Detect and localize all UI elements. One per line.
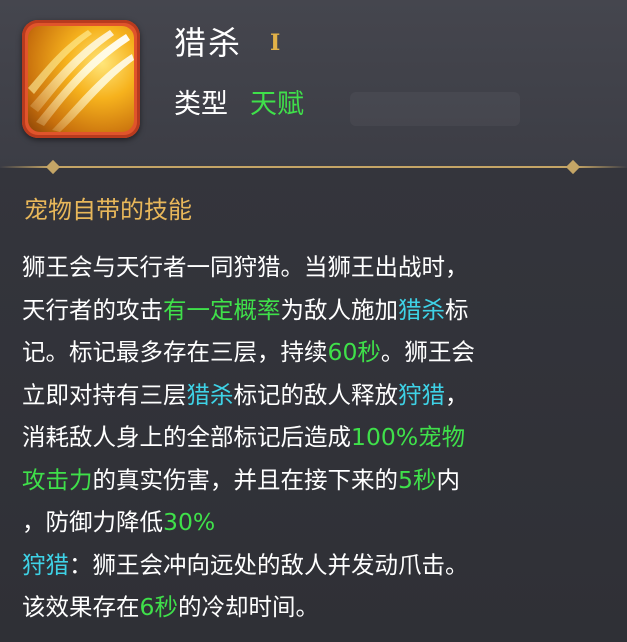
description-line: 消耗敌人身上的全部标记后造成100%宠物 <box>22 416 612 459</box>
description-text: 标记的敌人释放 <box>233 380 399 409</box>
description-text: 记。标记最多存在三层，持续 <box>22 338 328 366</box>
keyword-text: 狩猎 <box>398 380 445 409</box>
claw-slash-graphic <box>28 30 134 132</box>
description-text: ：狮王会冲向远处的敌人并发动爪击。 <box>69 550 469 579</box>
description-text: 消耗敌人身上的全部标记后造成 <box>22 423 351 451</box>
skill-tooltip-panel: 猎杀 I 类型 天赋 宠物自带的技能 狮王会与天行者一同狩猎。当狮王出战时， 天… <box>0 0 627 642</box>
skill-icon-frame <box>22 20 140 138</box>
description-text: 狮王会与天行者一同狩猎。当狮王出战时， <box>22 253 469 281</box>
highlight-text: 100%宠物 <box>351 423 466 451</box>
description-text: 的冷却时间。 <box>177 593 319 621</box>
header-divider <box>0 166 627 168</box>
description-line: 攻击力的真实伤害，并且在接下来的5秒内 <box>22 459 612 502</box>
description-line: 该效果存在6秒的冷却时间。 <box>22 586 612 629</box>
highlight-text: 60秒 <box>327 338 381 366</box>
highlight-text: 5秒 <box>398 465 437 494</box>
description-text: ， <box>445 380 469 409</box>
background-ghost-ui <box>350 92 520 126</box>
description-line: ，防御力降低30% <box>22 501 612 544</box>
skill-level-roman: I <box>270 30 281 56</box>
section-title: 宠物自带的技能 <box>24 196 192 224</box>
description-text: 内 <box>436 465 460 494</box>
keyword-text: 猎杀 <box>186 380 234 409</box>
highlight-text: 6秒 <box>139 593 178 621</box>
skill-name: 猎杀 <box>174 24 243 62</box>
golden-claw-slash-icon <box>28 26 134 132</box>
highlight-text: 攻击力 <box>22 465 93 494</box>
description-line: 立即对持有三层猎杀标记的敌人释放狩猎， <box>22 374 612 417</box>
skill-type-value: 天赋 <box>250 89 304 120</box>
description-line: 天行者的攻击有一定概率为敌人施加猎杀标 <box>22 289 612 332</box>
description-text: 天行者的攻击 <box>22 295 163 324</box>
description-text: ，防御力降低 <box>22 508 163 536</box>
description-text: 。狮王会 <box>380 338 475 366</box>
description-text: 立即对持有三层 <box>22 380 187 409</box>
description-line: 狩猎：狮王会冲向远处的敌人并发动爪击。 <box>22 544 612 587</box>
highlight-text: 有一定概率 <box>163 295 281 324</box>
description-text: 为敌人施加 <box>280 295 399 324</box>
keyword-text: 狩猎 <box>22 550 69 579</box>
skill-description: 狮王会与天行者一同狩猎。当狮王出战时， 天行者的攻击有一定概率为敌人施加猎杀标 … <box>22 246 612 629</box>
highlight-text: 30% <box>163 508 216 536</box>
description-text: 该效果存在 <box>22 593 140 621</box>
keyword-text: 猎杀 <box>398 295 445 324</box>
description-text: 的真实伤害，并且在接下来的 <box>92 465 399 494</box>
skill-type-label: 类型 <box>174 89 228 120</box>
description-text: 标 <box>445 295 469 324</box>
description-line: 记。标记最多存在三层，持续60秒。狮王会 <box>22 331 612 374</box>
description-line: 狮王会与天行者一同狩猎。当狮王出战时， <box>22 246 612 289</box>
